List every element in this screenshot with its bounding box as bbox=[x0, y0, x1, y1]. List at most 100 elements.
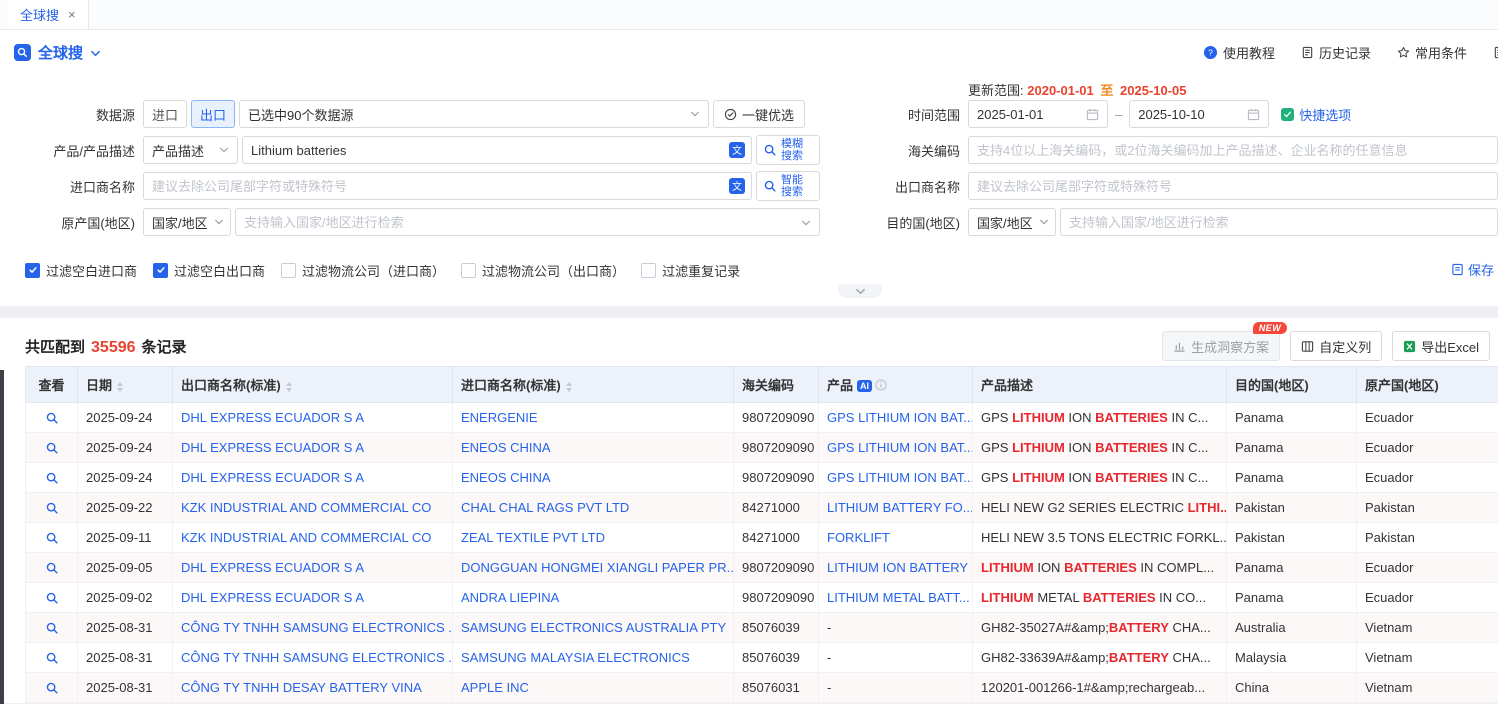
translate-icon[interactable]: 文 bbox=[729, 178, 745, 194]
product-link[interactable]: GPS LITHIUM ION BAT... bbox=[827, 410, 973, 425]
info-icon[interactable] bbox=[875, 379, 887, 391]
destination-country-input[interactable] bbox=[1069, 215, 1489, 230]
date-value: 2025-09-22 bbox=[86, 500, 153, 515]
exporter-input-wrap bbox=[968, 172, 1498, 200]
exporter-link[interactable]: CÔNG TY TNHH DESAY BATTERY VINA bbox=[181, 680, 422, 695]
importer-link[interactable]: CHAL CHAL RAGS PVT LTD bbox=[461, 500, 629, 515]
tab-global-search[interactable]: 全球搜 × bbox=[8, 0, 89, 29]
importer-link[interactable]: ANDRA LIEPINA bbox=[461, 590, 559, 605]
origin-type-select[interactable]: 国家/地区 bbox=[143, 208, 231, 236]
exporter-link[interactable]: DHL EXPRESS ECUADOR S A bbox=[181, 560, 364, 575]
product-field-select[interactable]: 产品描述 bbox=[143, 136, 238, 164]
collapse-toggle[interactable] bbox=[838, 284, 882, 298]
view-detail-icon[interactable] bbox=[45, 501, 59, 515]
destination-value-cell: Pakistan bbox=[1227, 523, 1357, 553]
product-link[interactable]: GPS LITHIUM ION BAT... bbox=[827, 440, 973, 455]
destination-type-select[interactable]: 国家/地区 bbox=[968, 208, 1056, 236]
filter-checkbox[interactable]: 过滤物流公司（出口商） bbox=[461, 261, 625, 280]
hs-code-input[interactable] bbox=[977, 143, 1489, 158]
quick-options-link[interactable]: 快捷选项 bbox=[1281, 105, 1351, 124]
sort-icon[interactable] bbox=[286, 382, 292, 392]
custom-columns-button[interactable]: 自定义列 bbox=[1290, 331, 1382, 361]
hs-code-value: 85076031 bbox=[742, 680, 800, 695]
left-scrollbar[interactable] bbox=[0, 370, 4, 704]
product-link[interactable]: LITHIUM ION BATTERY bbox=[827, 560, 968, 575]
exporter-link[interactable]: KZK INDUSTRIAL AND COMMERCIAL CO bbox=[181, 500, 431, 515]
importer-link[interactable]: ENEOS CHINA bbox=[461, 440, 551, 455]
translate-icon[interactable]: 文 bbox=[729, 142, 745, 158]
header-link-star[interactable]: 常用条件 bbox=[1397, 43, 1467, 62]
product-link[interactable]: FORKLIFT bbox=[827, 530, 890, 545]
end-date-input[interactable]: 2025-10-10 bbox=[1129, 100, 1269, 128]
description-cell: GH82-33639A#&amp;BATTERY CHA... bbox=[973, 643, 1227, 673]
data-source-select[interactable]: 已选中90个数据源 bbox=[239, 100, 709, 128]
importer-input[interactable] bbox=[152, 179, 723, 194]
importer-link[interactable]: SAMSUNG MALAYSIA ELECTRONICS bbox=[461, 650, 690, 665]
view-detail-icon[interactable] bbox=[45, 651, 59, 665]
view-detail-icon[interactable] bbox=[45, 681, 59, 695]
exporter-link[interactable]: DHL EXPRESS ECUADOR S A bbox=[181, 410, 364, 425]
importer-link[interactable]: SAMSUNG ELECTRONICS AUSTRALIA PTY bbox=[461, 620, 726, 635]
tab-close-icon[interactable]: × bbox=[68, 8, 76, 21]
sort-icon[interactable] bbox=[566, 382, 572, 392]
chevron-down-icon bbox=[219, 145, 229, 155]
product-link[interactable]: LITHIUM METAL BATT... bbox=[827, 590, 970, 605]
importer-link[interactable]: DONGGUAN HONGMEI XIANGLI PAPER PR... bbox=[461, 560, 734, 575]
filter-row: 过滤空白进口商过滤空白出口商过滤物流公司（进口商） 过滤物流公司（出口商） 过滤重复… bbox=[25, 260, 1498, 280]
generate-insight-button[interactable]: 生成洞察方案 NEW bbox=[1162, 331, 1280, 361]
column-header-label: 查看 bbox=[38, 378, 64, 393]
search-form: 更新范围: 2020-01-01 至 2025-10-05 数据源 进口 出口 … bbox=[0, 74, 1498, 306]
origin-value: Ecuador bbox=[1365, 410, 1413, 425]
header-link-tutorial[interactable]: ?使用教程 bbox=[1203, 43, 1275, 62]
title-chevron-down-icon[interactable] bbox=[90, 48, 101, 59]
partial-clipped-icon[interactable] bbox=[1493, 46, 1498, 59]
view-detail-icon[interactable] bbox=[45, 621, 59, 635]
sort-icon[interactable] bbox=[117, 382, 123, 392]
product-link[interactable]: GPS LITHIUM ION BAT... bbox=[827, 470, 973, 485]
hs-code-value-cell: 9807209090 bbox=[734, 463, 819, 493]
importer-link[interactable]: ENERGENIE bbox=[461, 410, 538, 425]
exporter-link[interactable]: CÔNG TY TNHH SAMSUNG ELECTRONICS ... bbox=[181, 650, 453, 665]
importer-link[interactable]: APPLE INC bbox=[461, 680, 529, 695]
view-detail-icon[interactable] bbox=[45, 441, 59, 455]
origin-country-input[interactable] bbox=[244, 215, 793, 230]
view-detail-icon[interactable] bbox=[45, 591, 59, 605]
view-detail-icon[interactable] bbox=[45, 471, 59, 485]
smart-search-button[interactable]: 智能搜索 bbox=[756, 171, 820, 201]
column-header[interactable]: 进口商名称(标准) bbox=[453, 367, 734, 403]
exporter-link[interactable]: DHL EXPRESS ECUADOR S A bbox=[181, 590, 364, 605]
exporter-input[interactable] bbox=[977, 179, 1489, 194]
description-text: 120201-001266-1#&amp;rechargeab... bbox=[981, 680, 1205, 695]
header-link-history[interactable]: 历史记录 bbox=[1301, 43, 1371, 62]
origin-value-cell: Pakistan bbox=[1357, 493, 1498, 523]
description-cell: LITHIUM ION BATTERIES IN COMPL... bbox=[973, 553, 1227, 583]
save-button[interactable]: 保存 bbox=[1451, 260, 1494, 279]
product-link[interactable]: LITHIUM BATTERY FO... bbox=[827, 500, 973, 515]
destination-value: Panama bbox=[1235, 410, 1283, 425]
exporter-link[interactable]: DHL EXPRESS ECUADOR S A bbox=[181, 470, 364, 485]
import-toggle-button[interactable]: 进口 bbox=[143, 100, 187, 128]
export-toggle-button[interactable]: 出口 bbox=[191, 100, 235, 128]
view-detail-icon[interactable] bbox=[45, 531, 59, 545]
column-header[interactable]: 出口商名称(标准) bbox=[173, 367, 453, 403]
exporter-link[interactable]: KZK INDUSTRIAL AND COMMERCIAL CO bbox=[181, 530, 431, 545]
fuzzy-search-button[interactable]: 模糊搜索 bbox=[756, 135, 820, 165]
filter-checkbox[interactable]: 过滤空白出口商 bbox=[153, 261, 265, 280]
one-click-optimize-button[interactable]: 一键优选 bbox=[713, 100, 805, 128]
exporter-link[interactable]: CÔNG TY TNHH SAMSUNG ELECTRONICS ... bbox=[181, 620, 453, 635]
product-input[interactable] bbox=[251, 143, 723, 158]
importer-link[interactable]: ENEOS CHINA bbox=[461, 470, 551, 485]
highlighted-keyword: BATTERY bbox=[1109, 650, 1169, 665]
importer-link-cell: CHAL CHAL RAGS PVT LTD bbox=[453, 493, 734, 523]
filter-checkbox[interactable]: 过滤重复记录 bbox=[641, 261, 740, 280]
table-row: 2025-09-24DHL EXPRESS ECUADOR S AENEOS C… bbox=[26, 433, 1498, 463]
view-detail-icon[interactable] bbox=[45, 411, 59, 425]
exporter-link[interactable]: DHL EXPRESS ECUADOR S A bbox=[181, 440, 364, 455]
filter-checkbox[interactable]: 过滤物流公司（进口商） bbox=[281, 261, 445, 280]
column-header[interactable]: 日期 bbox=[78, 367, 173, 403]
start-date-input[interactable]: 2025-01-01 bbox=[968, 100, 1108, 128]
view-detail-icon[interactable] bbox=[45, 561, 59, 575]
importer-link[interactable]: ZEAL TEXTILE PVT LTD bbox=[461, 530, 605, 545]
export-excel-button[interactable]: 导出Excel bbox=[1392, 331, 1490, 361]
filter-checkbox[interactable]: 过滤空白进口商 bbox=[25, 261, 137, 280]
